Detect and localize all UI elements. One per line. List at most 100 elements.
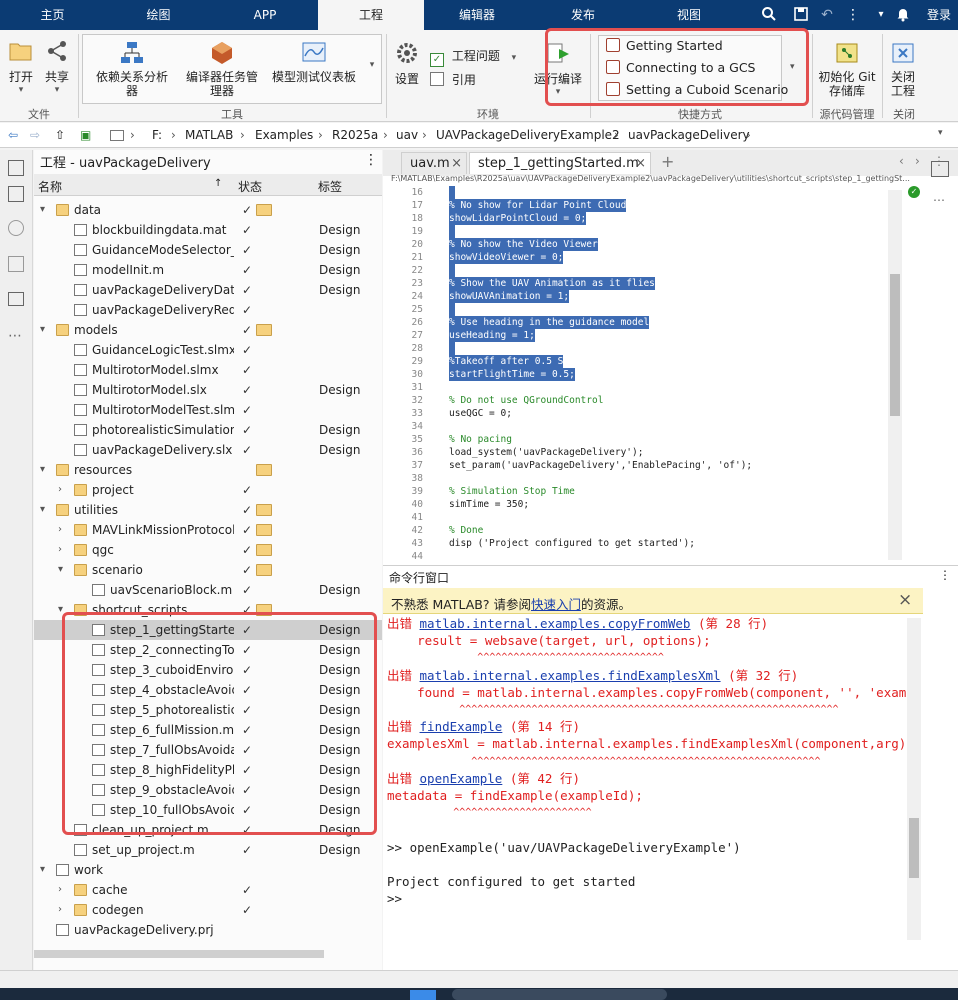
chevron-down-icon[interactable]: ▾ <box>40 200 50 220</box>
error-line-ref[interactable]: (第 14 行) <box>502 719 580 734</box>
up-folder-icon[interactable]: ⇧ <box>55 128 65 142</box>
more-icon[interactable]: ⋮ <box>844 6 862 24</box>
sort-icon[interactable]: ↑ <box>214 178 222 189</box>
address-dropdown-icon[interactable]: ▾ <box>938 128 943 138</box>
chevron-right-icon[interactable]: › <box>58 900 68 920</box>
tree-file[interactable]: uavPackageDeliveryData... ✓ Design <box>34 280 382 300</box>
tree-file[interactable]: MultirotorModelTest.slmx ✓ <box>34 400 382 420</box>
breadcrumb-project[interactable]: uavPackageDelivery <box>628 128 750 142</box>
col-status[interactable]: 状态 <box>238 178 262 195</box>
open-button[interactable]: 打开 ▾ <box>4 38 38 95</box>
tab-plots[interactable]: 绘图 <box>105 0 212 30</box>
tree-file[interactable]: MultirotorModel.slx ✓ Design <box>34 380 382 400</box>
tab-uav-m[interactable]: uav.m × <box>401 152 467 174</box>
breadcrumb-uav[interactable]: uav <box>396 128 418 142</box>
more-icon[interactable]: ⋯ <box>933 193 945 207</box>
tree-file[interactable]: uavPackageDelivery.prj <box>34 920 382 940</box>
quick-start-link[interactable]: 快速入门 <box>531 597 581 612</box>
horizontal-scrollbar[interactable] <box>34 950 324 958</box>
tree-folder[interactable]: ▾ data ✓ <box>34 200 382 220</box>
forward-arrow-icon[interactable]: ⇨ <box>30 128 40 142</box>
tree-file[interactable]: MultirotorModel.slmx ✓ <box>34 360 382 380</box>
save-icon[interactable] <box>792 6 810 24</box>
col-label[interactable]: 标签 <box>318 178 342 195</box>
tree-file[interactable]: photorealisticSimulation... ✓ Design <box>34 420 382 440</box>
tree-folder[interactable]: › project ✓ <box>34 480 382 500</box>
search-files-icon[interactable] <box>8 256 24 272</box>
breadcrumb-examples[interactable]: Examples <box>255 128 313 142</box>
compiler-task-manager-button[interactable]: 编译器任务管理器 <box>182 40 262 98</box>
init-git-button[interactable]: 初始化 Git 存储库 <box>816 40 878 98</box>
error-line-ref[interactable]: (第 28 行) <box>690 616 768 631</box>
back-arrow-icon[interactable]: ⇦ <box>8 128 18 142</box>
chevron-down-icon[interactable]: ▾ <box>40 500 50 520</box>
breadcrumb-matlab[interactable]: MATLAB <box>185 128 233 142</box>
chevron-right-icon[interactable]: › <box>58 880 68 900</box>
windows-start-icon[interactable] <box>410 990 436 1000</box>
tree-folder[interactable]: › codegen ✓ <box>34 900 382 920</box>
login-link[interactable]: 登录 <box>920 0 958 30</box>
close-project-button[interactable]: 关闭工程 <box>886 40 920 98</box>
tree-file[interactable]: uavScenarioBlock.m ✓ Design <box>34 580 382 600</box>
settings-button[interactable]: 设置 <box>390 40 424 87</box>
dependency-analyzer-button[interactable]: 依赖关系分析器 <box>92 40 172 98</box>
tree-file[interactable]: set_up_project.m ✓ Design <box>34 840 382 860</box>
tools-expand-icon[interactable]: ▾ <box>366 60 378 70</box>
col-name[interactable]: 名称 <box>38 178 62 195</box>
grid-icon[interactable] <box>8 186 24 202</box>
tree-folder[interactable]: › qgc ✓ <box>34 540 382 560</box>
tree-folder[interactable]: ▾ scenario ✓ <box>34 560 382 580</box>
close-icon[interactable]: × <box>635 153 646 175</box>
error-link[interactable]: matlab.internal.examples.copyFromWeb <box>420 616 691 631</box>
panel-menu-icon[interactable]: ⋮ <box>364 152 378 168</box>
tab-view[interactable]: 视图 <box>636 0 742 30</box>
scroll-thumb[interactable] <box>890 274 900 416</box>
tree-file[interactable]: blockbuildingdata.mat ✓ Design <box>34 220 382 240</box>
bell-icon[interactable] <box>894 6 912 24</box>
taskbar-search[interactable] <box>452 989 667 1000</box>
tree-folder[interactable]: › MAVLinkMissionProtocol... ✓ <box>34 520 382 540</box>
chevron-right-icon[interactable]: › <box>58 520 68 540</box>
error-link[interactable]: findExample <box>420 719 503 734</box>
undo-icon[interactable]: ↶ <box>818 6 836 24</box>
vertical-scrollbar[interactable] <box>907 618 921 940</box>
breadcrumb-example2[interactable]: UAVPackageDeliveryExample2 <box>436 128 620 142</box>
tree-file[interactable]: ▾ work <box>34 860 382 880</box>
close-icon[interactable]: × <box>451 153 462 175</box>
tree-file[interactable]: GuidanceModeSelector_... ✓ Design <box>34 240 382 260</box>
tab-home[interactable]: 主页 <box>0 0 105 30</box>
browse-folder-icon[interactable]: ▣ <box>80 128 91 142</box>
error-link[interactable]: openExample <box>420 771 503 786</box>
chevron-right-icon[interactable]: › <box>58 540 68 560</box>
tab-project[interactable]: 工程 <box>318 0 424 30</box>
history-icon[interactable] <box>8 220 24 236</box>
chevron-down-icon[interactable]: ▾ <box>40 320 50 340</box>
tree-folder[interactable]: ▾ resources <box>34 460 382 480</box>
error-line-ref[interactable]: (第 42 行) <box>502 771 580 786</box>
tree-folder[interactable]: ▾ utilities ✓ <box>34 500 382 520</box>
tree-folder[interactable]: › cache ✓ <box>34 880 382 900</box>
tab-step1[interactable]: step_1_gettingStarted.m × <box>469 152 651 174</box>
chevron-right-icon[interactable]: › <box>58 480 68 500</box>
tree-folder[interactable]: ▾ models ✓ <box>34 320 382 340</box>
search-icon[interactable] <box>760 6 778 24</box>
tab-scroll-left-icon[interactable]: ‹ <box>899 154 904 168</box>
project-issues-button[interactable]: ✓ 工程问题 ▾ <box>430 47 516 67</box>
tab-apps[interactable]: APP <box>212 0 318 30</box>
tab-editor[interactable]: 编辑器 <box>424 0 530 30</box>
references-button[interactable]: 引用 <box>430 71 476 89</box>
error-line-ref[interactable]: (第 32 行) <box>721 668 798 683</box>
share-button[interactable]: 共享 ▾ <box>40 38 74 95</box>
breadcrumb-release[interactable]: R2025a <box>332 128 378 142</box>
tree-file[interactable]: GuidanceLogicTest.slmx ✓ <box>34 340 382 360</box>
inspector-icon[interactable] <box>931 161 949 177</box>
tab-publish[interactable]: 发布 <box>530 0 636 30</box>
tree-file[interactable]: uavPackageDelivery.slx ✓ Design <box>34 440 382 460</box>
error-link[interactable]: matlab.internal.examples.findExamplesXml <box>420 668 721 683</box>
scroll-thumb[interactable] <box>909 818 919 878</box>
model-test-dashboard-button[interactable]: 模型测试仪表板 <box>272 40 356 84</box>
tree-file[interactable]: modelInit.m ✓ Design <box>34 260 382 280</box>
tab-scroll-right-icon[interactable]: › <box>915 154 920 168</box>
chevron-down-icon[interactable]: ▾ <box>58 560 68 580</box>
breadcrumb-drive[interactable]: F: <box>152 128 162 142</box>
